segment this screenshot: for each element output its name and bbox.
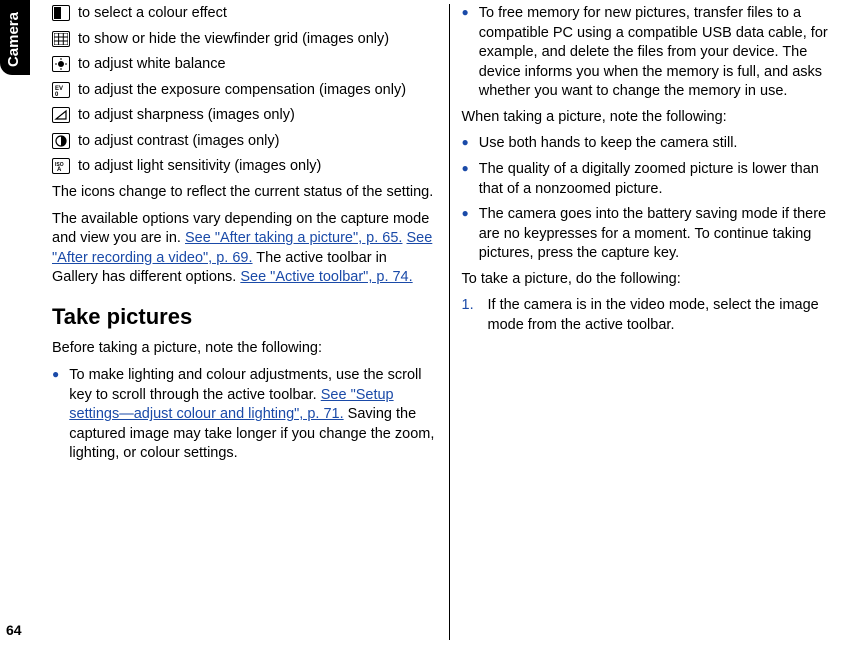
option-text: to adjust the exposure compensation (ima… xyxy=(78,81,437,101)
section-tab: Camera xyxy=(0,0,30,75)
body-text: When taking a picture, note the followin… xyxy=(461,108,846,128)
body-text: To take a picture, do the following: xyxy=(461,270,846,290)
svg-text:A: A xyxy=(57,167,62,172)
list-item: The camera goes into the battery saving … xyxy=(461,205,846,264)
text-fragment: If the camera is in the video mode, sele… xyxy=(487,296,846,335)
content-columns: to select a colour effect to show or hid… xyxy=(52,4,846,640)
white-balance-icon xyxy=(52,56,70,72)
list-item: Use both hands to keep the camera still. xyxy=(461,134,846,154)
bullet-list: To make lighting and colour adjustments,… xyxy=(52,366,437,464)
colour-effect-icon xyxy=(52,5,70,21)
bullet-list: To free memory for new pictures, transfe… xyxy=(461,4,846,102)
column-right: To free memory for new pictures, transfe… xyxy=(461,4,846,640)
list-item: To make lighting and colour adjustments,… xyxy=(52,366,437,464)
body-text: The available options vary depending on … xyxy=(52,210,437,288)
text-fragment: The camera goes into the battery saving … xyxy=(479,205,846,264)
xref-link[interactable]: See "After taking a picture", p. 65. xyxy=(185,230,402,246)
grid-icon xyxy=(52,31,70,47)
numbered-list: If the camera is in the video mode, sele… xyxy=(461,296,846,335)
option-text: to adjust sharpness (images only) xyxy=(78,106,437,126)
body-text: Before taking a picture, note the follow… xyxy=(52,339,437,359)
body-text: The icons change to reflect the current … xyxy=(52,183,437,203)
xref-link[interactable]: See "Active toolbar", p. 74. xyxy=(240,269,412,285)
svg-text:0: 0 xyxy=(55,92,59,96)
toolbar-option: to show or hide the viewfinder grid (ima… xyxy=(52,30,437,50)
bullet-list: Use both hands to keep the camera still.… xyxy=(461,134,846,263)
exposure-icon: EV0 xyxy=(52,82,70,98)
option-text: to adjust white balance xyxy=(78,55,437,75)
iso-icon: ISOA xyxy=(52,158,70,174)
section-heading: Take pictures xyxy=(52,302,437,332)
list-item: To free memory for new pictures, transfe… xyxy=(461,4,846,102)
toolbar-option: to select a colour effect xyxy=(52,4,437,24)
option-text: to adjust contrast (images only) xyxy=(78,132,437,152)
list-item: If the camera is in the video mode, sele… xyxy=(461,296,846,335)
list-item: The quality of a digitally zoomed pictur… xyxy=(461,160,846,199)
page-number: 64 xyxy=(6,621,22,640)
column-divider xyxy=(449,4,450,640)
option-text: to adjust light sensitivity (images only… xyxy=(78,157,437,177)
toolbar-option: to adjust sharpness (images only) xyxy=(52,106,437,126)
sharpness-icon xyxy=(52,107,70,123)
toolbar-option: EV0 to adjust the exposure compensation … xyxy=(52,81,437,101)
option-text: to select a colour effect xyxy=(78,4,437,24)
text-fragment: Use both hands to keep the camera still. xyxy=(479,134,738,154)
option-text: to show or hide the viewfinder grid (ima… xyxy=(78,30,437,50)
contrast-icon xyxy=(52,133,70,149)
toolbar-option: ISOA to adjust light sensitivity (images… xyxy=(52,157,437,177)
toolbar-option: to adjust white balance xyxy=(52,55,437,75)
text-fragment: To free memory for new pictures, transfe… xyxy=(479,4,846,102)
text-fragment: The quality of a digitally zoomed pictur… xyxy=(479,160,846,199)
toolbar-option: to adjust contrast (images only) xyxy=(52,132,437,152)
column-left: to select a colour effect to show or hid… xyxy=(52,4,437,640)
